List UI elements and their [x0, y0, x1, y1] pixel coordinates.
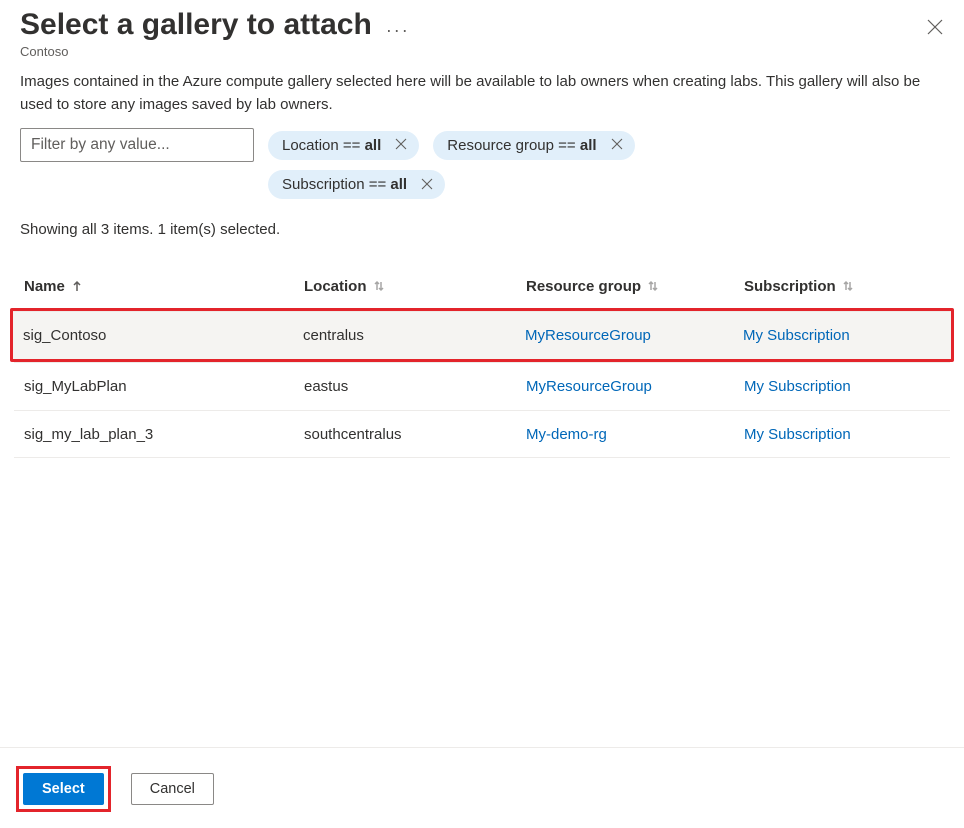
- column-header-location[interactable]: Location: [304, 278, 526, 295]
- select-gallery-panel: Select a gallery to attach ··· Contoso I…: [0, 0, 964, 828]
- column-header-name-label: Name: [24, 278, 65, 295]
- cancel-button[interactable]: Cancel: [131, 773, 214, 805]
- sort-asc-icon: [71, 280, 83, 292]
- panel-header: Select a gallery to attach ··· Contoso: [0, 8, 964, 59]
- title-block: Select a gallery to attach ··· Contoso: [20, 8, 926, 59]
- filter-input[interactable]: [20, 128, 254, 162]
- column-header-rg-label: Resource group: [526, 278, 641, 295]
- cell-name: sig_MyLabPlan: [24, 378, 304, 395]
- cell-subscription-link[interactable]: My Subscription: [744, 378, 940, 395]
- filter-pill-subscription[interactable]: Subscription == all: [268, 170, 445, 199]
- column-header-sub-label: Subscription: [744, 278, 836, 295]
- sort-icon: [373, 280, 385, 292]
- remove-filter-rg-icon[interactable]: [607, 137, 627, 153]
- cell-subscription-link[interactable]: My Subscription: [744, 426, 940, 443]
- filter-pill-location-text: Location == all: [282, 137, 381, 154]
- filter-pill-resource-group[interactable]: Resource group == all: [433, 131, 634, 160]
- panel-subtitle: Contoso: [20, 44, 926, 59]
- title-row: Select a gallery to attach ···: [20, 8, 926, 42]
- cell-location: eastus: [304, 378, 526, 395]
- sort-icon: [647, 280, 659, 292]
- column-header-location-label: Location: [304, 278, 367, 295]
- table-row[interactable]: sig_Contoso centralus MyResourceGroup My…: [13, 311, 951, 359]
- more-actions-icon[interactable]: ···: [386, 11, 410, 39]
- cell-subscription-link[interactable]: My Subscription: [743, 327, 941, 344]
- column-header-subscription[interactable]: Subscription: [744, 278, 940, 295]
- selected-row-highlight: sig_Contoso centralus MyResourceGroup My…: [10, 308, 954, 362]
- column-header-resource-group[interactable]: Resource group: [526, 278, 744, 295]
- filter-pill-sub-text: Subscription == all: [282, 176, 407, 193]
- panel-title: Select a gallery to attach: [20, 8, 372, 42]
- results-status: Showing all 3 items. 1 item(s) selected.: [0, 207, 964, 248]
- cell-name: sig_Contoso: [23, 327, 303, 344]
- select-button-highlight: Select: [16, 766, 111, 812]
- remove-filter-location-icon[interactable]: [391, 137, 411, 153]
- cell-location: southcentralus: [304, 426, 526, 443]
- remove-filter-sub-icon[interactable]: [417, 177, 437, 193]
- filter-pill-rg-text: Resource group == all: [447, 137, 596, 154]
- cell-location: centralus: [303, 327, 525, 344]
- table-header-row: Name Location Resource group Subscriptio…: [14, 264, 950, 308]
- table-row[interactable]: sig_MyLabPlan eastus MyResourceGroup My …: [14, 362, 950, 410]
- table-row[interactable]: sig_my_lab_plan_3 southcentralus My-demo…: [14, 410, 950, 458]
- panel-description: Images contained in the Azure compute ga…: [0, 59, 964, 120]
- cell-resource-group-link[interactable]: MyResourceGroup: [525, 327, 743, 344]
- panel-footer: Select Cancel: [0, 747, 964, 828]
- column-header-name[interactable]: Name: [24, 278, 304, 295]
- filters-row-2: Subscription == all: [0, 170, 964, 207]
- cell-resource-group-link[interactable]: MyResourceGroup: [526, 378, 744, 395]
- select-button[interactable]: Select: [23, 773, 104, 805]
- sort-icon: [842, 280, 854, 292]
- cell-resource-group-link[interactable]: My-demo-rg: [526, 426, 744, 443]
- filters-row: Location == all Resource group == all: [0, 120, 964, 170]
- cell-name: sig_my_lab_plan_3: [24, 426, 304, 443]
- gallery-table: Name Location Resource group Subscriptio…: [0, 248, 964, 747]
- filter-pill-location[interactable]: Location == all: [268, 131, 419, 160]
- close-icon[interactable]: [926, 8, 944, 40]
